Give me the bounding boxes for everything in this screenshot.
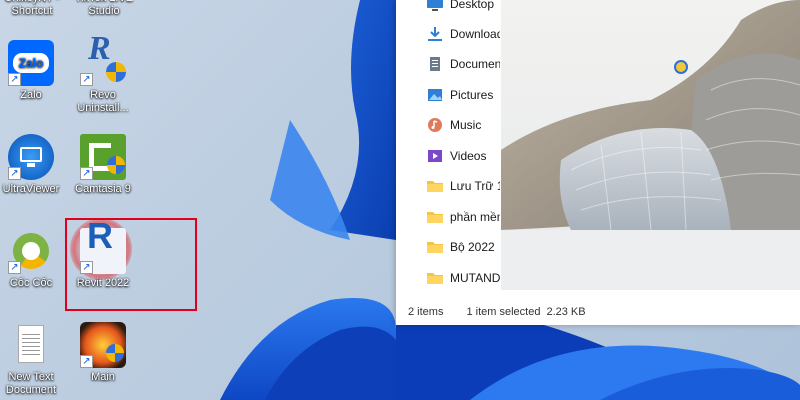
desktop-icon-main[interactable]: ↗ Main [67, 322, 139, 384]
nav-item-phan-mem[interactable]: phần mềm [396, 202, 500, 232]
desktop-icon-label: UltraViewer [2, 183, 60, 195]
desktop-icon-label: Revo Uninstall... [77, 89, 129, 114]
file-explorer-window: Desktop Downloads Documents Pictures Mus… [396, 0, 800, 325]
nav-item-pictures[interactable]: Pictures [396, 80, 500, 110]
desktop-icon-label: Cốc Cốc [9, 277, 53, 289]
desktop-icon-zalo[interactable]: Zalo ↗ Zalo [0, 40, 67, 102]
status-bar: 2 items 1 item selected 2.23 KB [396, 299, 800, 325]
download-icon [428, 27, 442, 41]
folder-icon [427, 273, 443, 284]
document-icon [430, 57, 440, 71]
status-size: 2.23 KB [546, 306, 586, 318]
nav-item-label: Downloads [450, 27, 500, 41]
desktop-icon-revo[interactable]: R ↗ Revo Uninstall... [67, 32, 139, 115]
folder-icon [427, 212, 443, 223]
nav-item-documents[interactable]: Documents [396, 49, 500, 79]
status-selected: 1 item selected [466, 306, 541, 318]
desktop-icon-label: Main [91, 371, 115, 383]
coccoc-icon: ↗ [8, 228, 54, 274]
nav-item-videos[interactable]: Videos [396, 141, 500, 171]
nav-item-mutandin[interactable]: MUTANDIN [396, 263, 500, 293]
nav-item-label: Lưu Trữ 1 [450, 179, 500, 193]
folder-icon [427, 242, 443, 253]
navigation-pane: Desktop Downloads Documents Pictures Mus… [396, 0, 500, 290]
text-document-icon [8, 322, 54, 368]
music-icon [428, 118, 442, 132]
nav-item-luu-tru-1[interactable]: Lưu Trữ 1 [396, 171, 500, 201]
desktop-icon-ultraviewer[interactable]: ↗ UltraViewer [0, 134, 67, 196]
nav-item-music[interactable]: Music [396, 110, 500, 140]
pictures-icon [428, 89, 442, 101]
ultraviewer-icon: ↗ [8, 134, 54, 180]
nav-item-label: Desktop [450, 0, 495, 11]
desktop-icon-new-text-document[interactable]: New Text Document [0, 322, 67, 397]
revit-highlight-box [65, 218, 197, 311]
desktop-icon-label: New Text Document [5, 371, 57, 396]
nav-item-label: Bộ 2022 [450, 240, 495, 254]
nav-item-label: Music [450, 118, 482, 132]
revo-uninstaller-icon: R ↗ [80, 32, 126, 86]
nav-item-label: Pictures [450, 88, 494, 102]
camtasia-icon: ↗ [80, 134, 126, 180]
desktop-icon-label-tiktok[interactable]: TikTok LIVE Studio [68, 0, 140, 18]
desktop-icon-label-unikey[interactable]: UnikeyNT - Shortcut [0, 0, 68, 18]
desktop-icon-camtasia[interactable]: ↗ Camtasia 9 [67, 134, 139, 196]
desktop-icon-label: Zalo [20, 89, 42, 101]
desktop-icon [427, 0, 443, 11]
nav-item-desktop[interactable]: Desktop [396, 0, 500, 19]
preview-image [501, 0, 800, 290]
videos-icon [428, 150, 442, 162]
main-app-icon: ↗ [80, 322, 126, 368]
nav-item-bo-2022[interactable]: Bộ 2022 [396, 232, 500, 262]
nav-item-label: Videos [450, 149, 487, 163]
folder-icon [427, 181, 443, 192]
nav-item-downloads[interactable]: Downloads [396, 19, 500, 49]
nav-item-label: Documents [450, 57, 500, 71]
zalo-icon: Zalo ↗ [8, 40, 54, 86]
desktop-icon-coccoc[interactable]: ↗ Cốc Cốc [0, 228, 67, 290]
status-item-count: 2 items [408, 306, 444, 318]
nav-item-label: MUTANDIN [450, 271, 500, 285]
desktop-icon-label: Camtasia 9 [75, 183, 131, 195]
nav-item-label: phần mềm [450, 210, 500, 224]
